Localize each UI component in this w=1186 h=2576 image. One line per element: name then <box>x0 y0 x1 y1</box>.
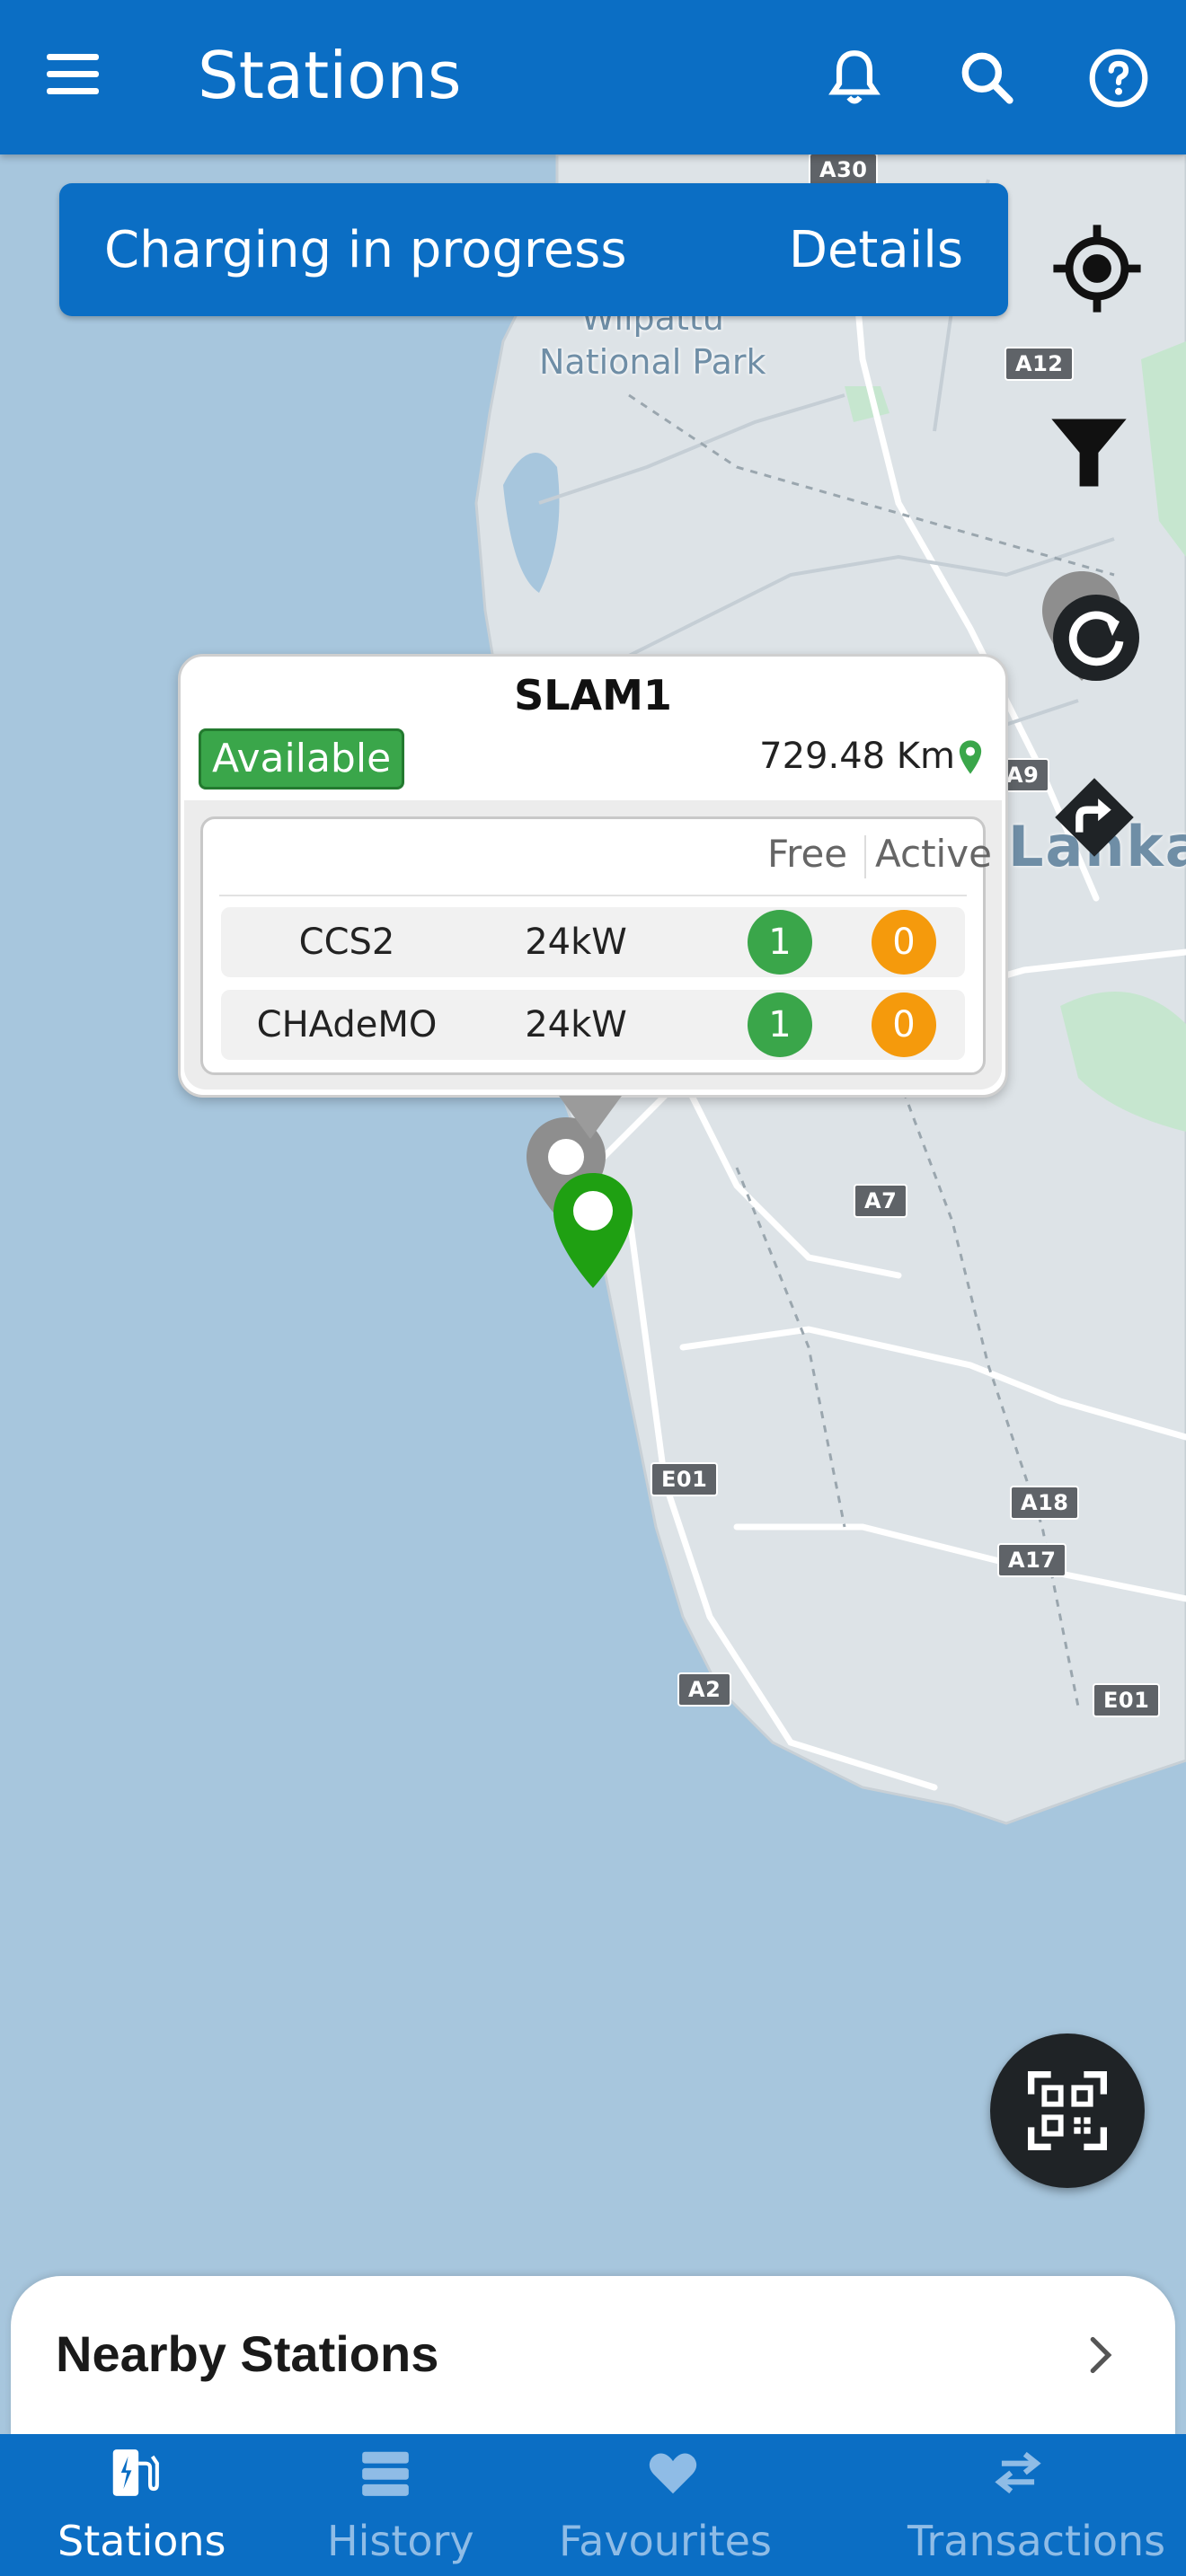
connectors-header: Free Active <box>219 819 992 896</box>
nearby-stations-sheet[interactable]: Nearby Stations <box>11 2276 1175 2438</box>
refresh-icon[interactable] <box>1053 595 1139 681</box>
menu-icon[interactable] <box>47 54 104 101</box>
connector-type: CCS2 <box>298 922 395 963</box>
connector-row: CCS2 24kW 1 0 <box>221 907 965 977</box>
nav-favourites[interactable]: Favourites <box>521 2434 827 2576</box>
connector-power: 24kW <box>525 922 627 963</box>
qr-code-icon <box>1028 2071 1107 2150</box>
station-popup[interactable]: SLAM1 Available 729.48 Km Free Active CC… <box>178 654 1008 1098</box>
list-icon <box>362 2451 409 2496</box>
bell-icon[interactable] <box>821 45 888 111</box>
road-shield: A18 <box>1010 1486 1080 1520</box>
connectors-section: Free Active CCS2 24kW 1 0 CHAdeMO 24kW 1… <box>184 800 1002 1090</box>
active-count-badge: 0 <box>872 910 936 975</box>
station-name: SLAM1 <box>514 671 672 719</box>
swap-arrows-icon <box>995 2451 1041 2494</box>
heart-icon <box>649 2453 697 2494</box>
road-shield: A17 <box>997 1543 1067 1577</box>
charging-status-text: Charging in progress <box>104 221 627 279</box>
app-bar: Stations <box>0 0 1186 154</box>
search-icon[interactable] <box>954 45 1021 111</box>
location-pin-icon <box>959 740 982 774</box>
road-shield: A2 <box>677 1672 732 1707</box>
directions-icon[interactable] <box>1049 772 1139 862</box>
connector-type: CHAdeMO <box>256 1004 438 1045</box>
active-count-badge: 0 <box>872 992 936 1057</box>
free-count-badge: 1 <box>748 910 812 975</box>
nav-label: Stations <box>58 2517 226 2565</box>
page-title: Stations <box>198 38 462 113</box>
map-view[interactable]: WilpattuNational Park Lanka A30 A12 A9 A… <box>0 0 1186 2576</box>
road-shield: E01 <box>651 1462 719 1496</box>
road-shield: A12 <box>1005 347 1075 381</box>
chevron-right-icon <box>1090 2336 1112 2374</box>
nav-stations[interactable]: Stations <box>0 2434 270 2576</box>
column-divider <box>864 835 866 878</box>
popup-pointer <box>559 1096 622 1139</box>
nav-label: Transactions <box>907 2517 1166 2565</box>
active-column-header: Active <box>875 832 992 876</box>
road-shield: A7 <box>854 1184 908 1218</box>
free-column-header: Free <box>767 832 848 876</box>
nearby-stations-label: Nearby Stations <box>56 2325 439 2382</box>
my-location-icon[interactable] <box>1049 221 1145 316</box>
free-count-badge: 1 <box>748 992 812 1057</box>
connectors-table: Free Active CCS2 24kW 1 0 CHAdeMO 24kW 1… <box>200 816 992 1075</box>
connector-row: CHAdeMO 24kW 1 0 <box>221 990 965 1060</box>
road-shield: A30 <box>809 153 879 187</box>
station-distance: 729.48 Km <box>759 736 955 777</box>
bottom-navigation: Stations History Favourites Transactions <box>0 2434 1186 2576</box>
nav-history[interactable]: History <box>270 2434 521 2576</box>
station-marker-green[interactable] <box>550 1169 636 1292</box>
nav-label: History <box>327 2517 474 2565</box>
help-icon[interactable] <box>1085 45 1152 111</box>
qr-scan-button[interactable] <box>990 2033 1145 2188</box>
ev-station-icon <box>112 2449 159 2496</box>
connector-power: 24kW <box>525 1004 627 1045</box>
nav-label: Favourites <box>559 2517 772 2565</box>
nav-transactions[interactable]: Transactions <box>827 2434 1186 2576</box>
filter-icon[interactable] <box>1044 408 1134 498</box>
charging-banner[interactable]: Charging in progress Details <box>59 183 1008 316</box>
details-button[interactable]: Details <box>789 221 963 279</box>
status-badge: Available <box>199 728 405 790</box>
road-shield: E01 <box>1093 1683 1161 1717</box>
